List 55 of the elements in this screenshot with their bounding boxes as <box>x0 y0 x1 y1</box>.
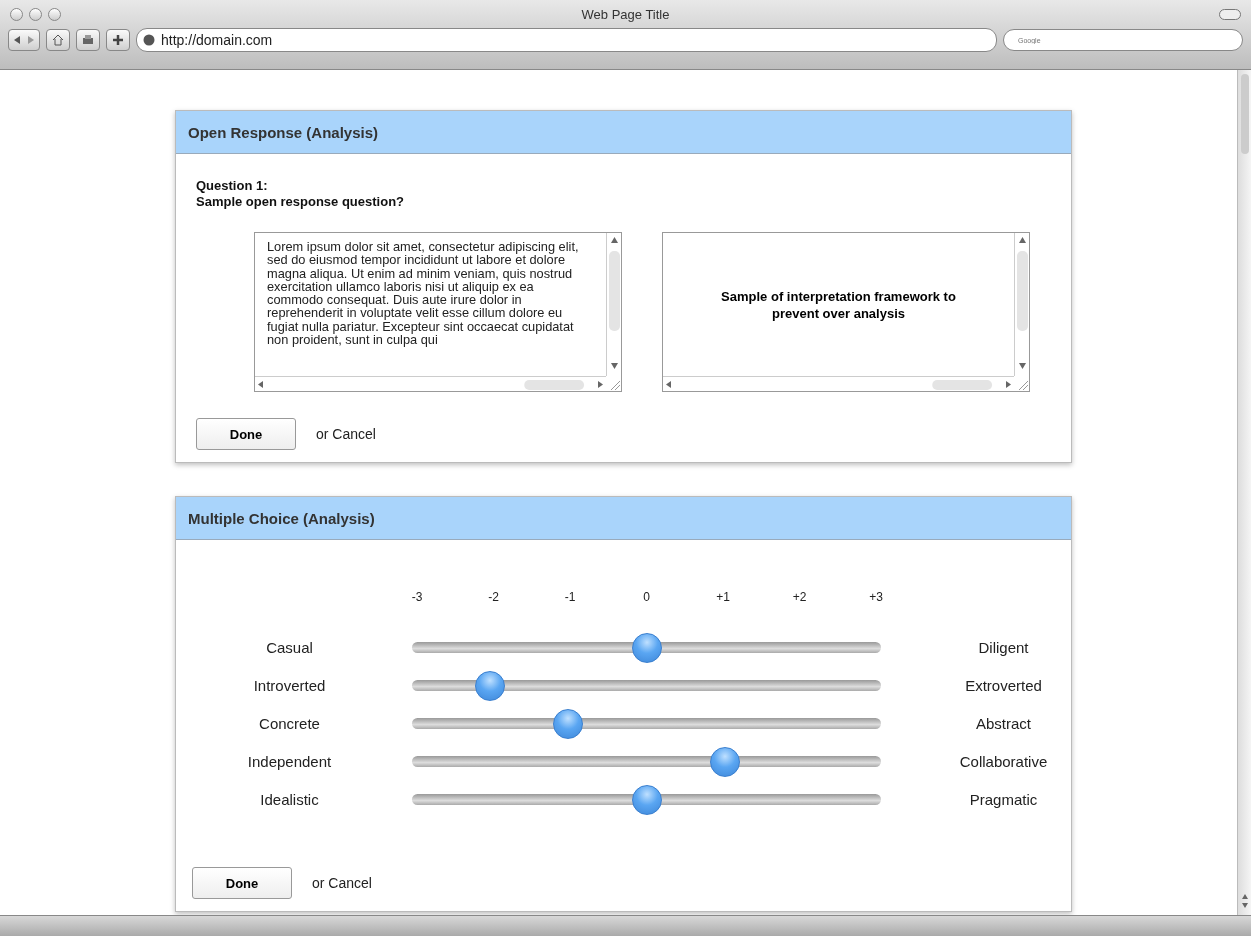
slider-thumb[interactable] <box>475 670 506 701</box>
scale-label: +3 <box>868 590 884 604</box>
right-label: Extroverted <box>964 676 1042 696</box>
toolbar-toggle-icon[interactable] <box>1219 8 1241 20</box>
left-label: Concrete <box>259 714 321 734</box>
scale-label: -1 <box>563 590 577 604</box>
window-button-icon[interactable] <box>48 7 61 21</box>
home-button[interactable] <box>46 29 70 51</box>
back-icon <box>12 34 22 46</box>
scroll-thumb-icon <box>1239 74 1250 154</box>
window-button-icon[interactable] <box>29 7 42 21</box>
answer-text: Lorem ipsum dolor sit amet, consectetur adipiscing elit, sed do eiusmod tempor incididunt ut labore et dolore magna aliqua. Ut enim ad minim veniam, quis nostrud exercitation ullamco laboris nisi ut aliquip ex ea commodo consequat. Duis aute irure dolor in reprehenderit in voluptate velit esse cillum dolore eu fugiat nulla pariatur. Excepteur sint occaecat cupidatat non proident, sunt in culpa qui <box>266 238 580 350</box>
question-text: Sample open response question? <box>196 194 406 210</box>
plus-icon <box>111 33 125 47</box>
printer-icon <box>81 33 95 47</box>
cancel-link[interactable]: or Cancel <box>312 875 372 891</box>
horizontal-scrollbar-icon <box>255 376 606 392</box>
horizontal-scrollbar-icon <box>663 376 1014 392</box>
scale-label: -3 <box>410 590 424 604</box>
answer-box[interactable] <box>254 232 622 392</box>
left-label: Casual <box>266 638 314 658</box>
slider-thumb[interactable] <box>709 746 740 777</box>
slider-thumb[interactable] <box>631 632 662 663</box>
panel-title: Multiple Choice (Analysis) <box>176 497 1071 540</box>
print-button[interactable] <box>76 29 100 51</box>
forward-icon <box>26 34 36 46</box>
panel-title: Open Response (Analysis) <box>176 111 1071 154</box>
address-bar[interactable]: http://domain.com <box>136 28 997 52</box>
back-forward-button[interactable] <box>8 29 40 51</box>
left-label: Introverted <box>253 676 327 696</box>
scale-label: 0 <box>642 590 651 604</box>
question-label: Question 1: <box>196 178 269 194</box>
slider-thumb[interactable] <box>631 784 662 815</box>
right-label: Diligent <box>977 638 1029 658</box>
home-icon <box>51 33 65 47</box>
page-scrollbar[interactable] <box>1237 70 1251 915</box>
left-label: Independent <box>247 752 333 772</box>
done-button[interactable]: Done <box>196 418 296 450</box>
framework-text: Sample of interpretation framework to prevent over analysis <box>720 287 957 322</box>
window-title: Web Page Title <box>580 6 671 22</box>
done-button[interactable]: Done <box>192 867 292 899</box>
add-button[interactable] <box>106 29 130 51</box>
vertical-scrollbar-icon <box>606 233 622 376</box>
cancel-link[interactable]: or Cancel <box>316 426 376 442</box>
url-text: http://domain.com <box>161 32 273 48</box>
window-button-icon[interactable] <box>10 7 23 21</box>
vertical-scrollbar-icon <box>1014 233 1030 376</box>
scale-label: +2 <box>791 590 808 604</box>
slider-thumb[interactable] <box>553 708 584 739</box>
right-label: Pragmatic <box>968 790 1038 810</box>
right-label: Abstract <box>975 714 1031 734</box>
right-label: Collaborative <box>958 752 1048 772</box>
scale-label: -2 <box>487 590 500 604</box>
left-label: Idealistic <box>260 790 320 810</box>
scale-label: +1 <box>715 590 731 604</box>
